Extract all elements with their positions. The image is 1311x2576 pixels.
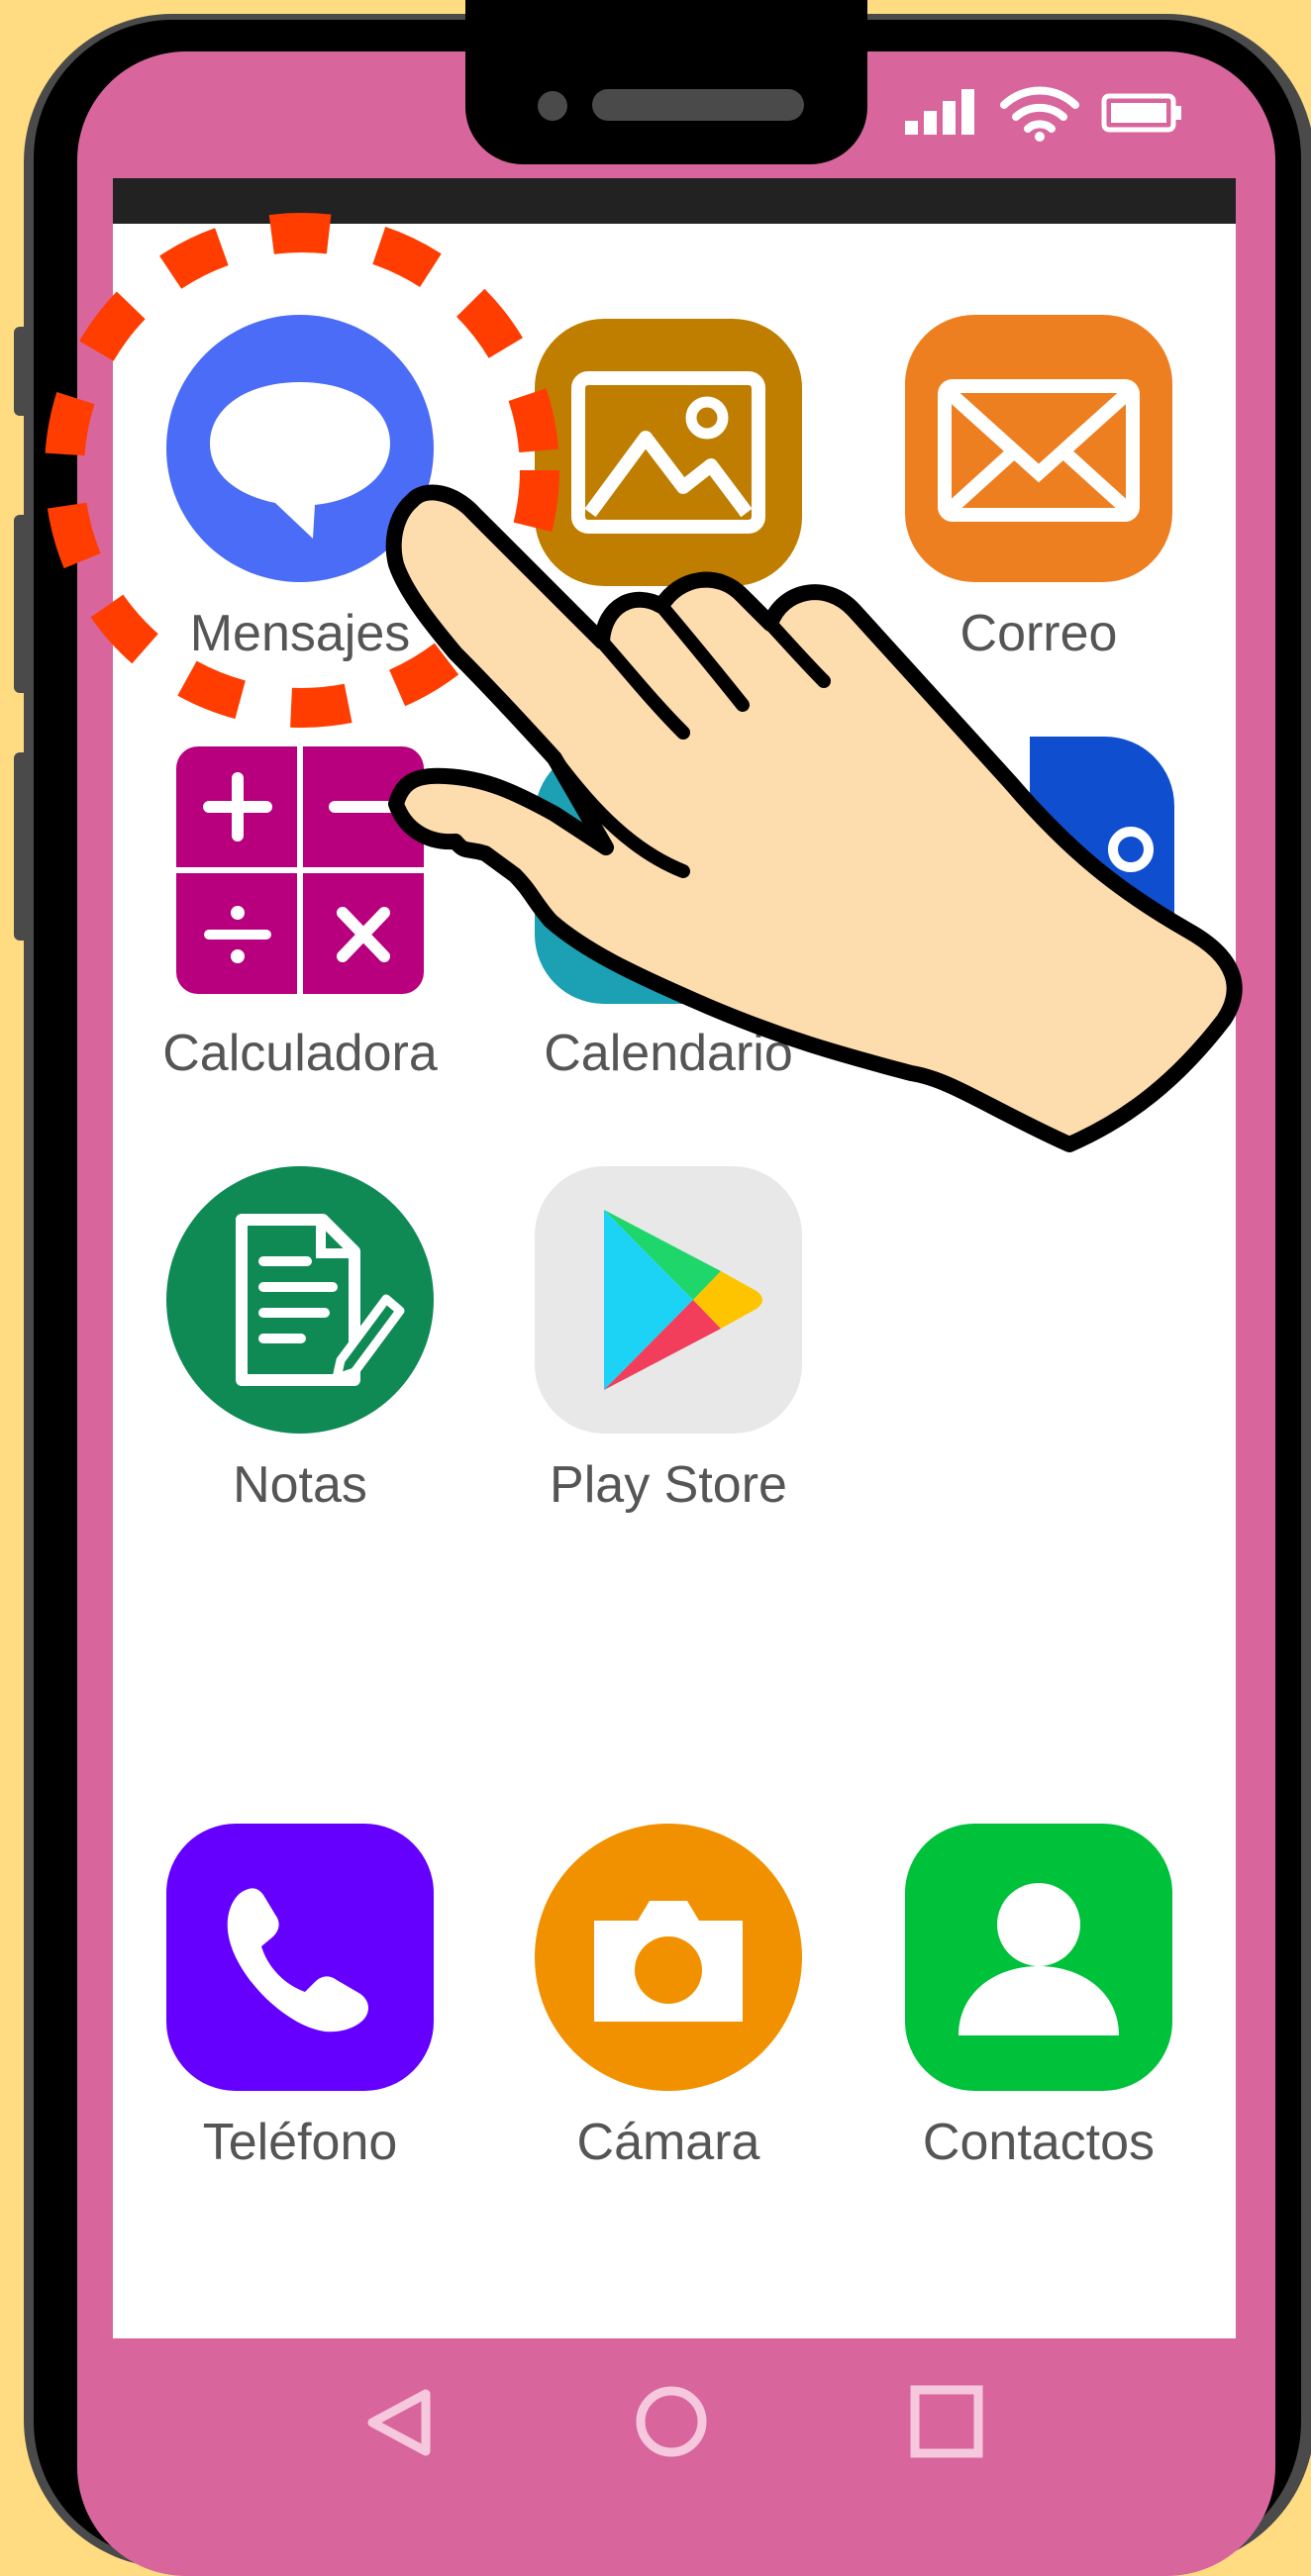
app-label-contactos: Contactos	[922, 2114, 1156, 2171]
back-triangle-icon[interactable]	[362, 2386, 436, 2459]
chat-bubble-icon	[166, 315, 434, 582]
recents-square-icon[interactable]	[909, 2384, 984, 2459]
front-camera-icon	[538, 91, 567, 121]
camera-icon	[535, 1824, 802, 2091]
wifi-icon	[1000, 83, 1079, 143]
app-calendario[interactable]	[535, 737, 802, 1004]
person-icon	[905, 1824, 1172, 2091]
play-store-icon	[535, 1166, 802, 1434]
earpiece-speaker	[592, 89, 804, 121]
envelope-icon	[905, 315, 1172, 582]
app-label-notas: Notas	[233, 1456, 367, 1514]
image-icon	[535, 319, 802, 586]
app-label-telefono: Teléfono	[202, 2114, 398, 2171]
app-camara[interactable]	[535, 1824, 802, 2091]
home-circle-icon[interactable]	[634, 2384, 709, 2459]
app-label-calendario: Calendario	[544, 1025, 793, 1082]
app-label-mensajes: Mensajes	[189, 605, 411, 662]
app-label-play-store: Play Store	[550, 1456, 787, 1514]
app-play-store[interactable]	[535, 1166, 802, 1434]
app-label-camara: Cámara	[576, 2114, 760, 2171]
app-telefono[interactable]	[166, 1824, 434, 2091]
screen-top-strip	[113, 178, 1236, 224]
app-partial-blue-shape	[1030, 737, 1174, 935]
battery-icon	[1101, 93, 1184, 133]
calendar-icon	[535, 746, 802, 1004]
app-partial-blue[interactable]	[1030, 737, 1174, 935]
signal-icon	[903, 87, 984, 137]
calculator-icon	[176, 746, 424, 994]
app-contactos[interactable]	[905, 1824, 1172, 2091]
app-notas[interactable]	[166, 1166, 434, 1434]
app-label-correo: Correo	[959, 605, 1118, 662]
app-correo[interactable]	[905, 315, 1172, 582]
notes-icon	[166, 1166, 434, 1434]
app-label-calculadora: Calculadora	[162, 1025, 438, 1082]
app-mensajes[interactable]	[166, 315, 434, 582]
app-calculadora[interactable]	[166, 737, 434, 1004]
phone-icon	[166, 1824, 434, 2091]
app-galeria[interactable]	[535, 319, 802, 586]
notch	[465, 0, 867, 164]
